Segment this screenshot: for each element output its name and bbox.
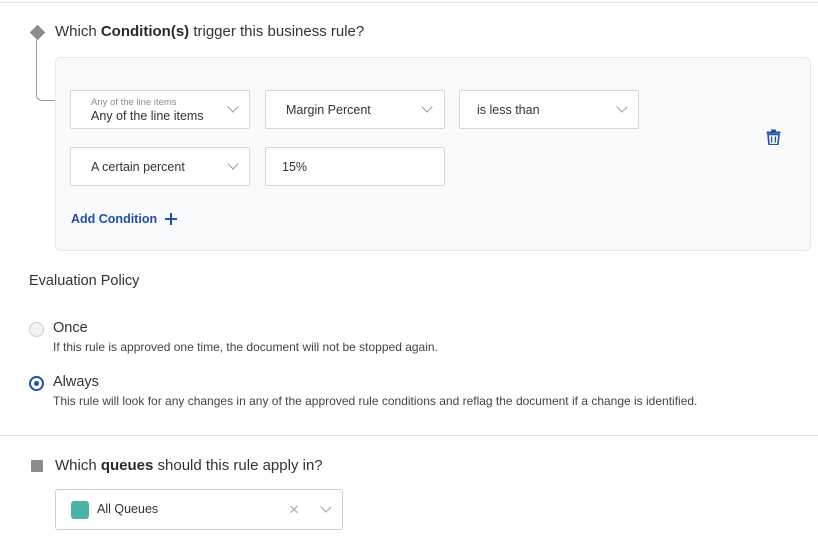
option-always-title[interactable]: Always [53, 374, 99, 390]
step-square-marker [31, 460, 43, 472]
evaluation-policy-label: Evaluation Policy [29, 273, 140, 289]
conditions-heading-pre: Which [55, 23, 101, 40]
plus-icon [165, 213, 178, 225]
condition-field-select[interactable]: Margin Percent [265, 90, 445, 129]
condition-compare-type-value: A certain percent [91, 160, 185, 174]
queues-heading-pre: Which [55, 457, 101, 474]
chevron-down-icon [616, 101, 628, 113]
radio-once[interactable] [29, 322, 44, 337]
option-once-description: If this rule is approved one time, the d… [53, 340, 438, 354]
queue-select[interactable]: All Queues × [55, 489, 343, 530]
step-diamond-marker [29, 24, 46, 41]
condition-scope-label: Any of the line items [91, 97, 177, 108]
queue-select-value: All Queues [97, 502, 159, 516]
condition-scope-value: Any of the line items [91, 109, 204, 123]
top-divider [0, 2, 818, 3]
chevron-down-icon [227, 158, 239, 170]
queues-heading-bold: queues [100, 457, 154, 474]
condition-operator-value: is less than [477, 103, 540, 117]
condition-amount-value: 15% [282, 160, 308, 174]
queues-heading-post: should this rule apply in? [153, 457, 323, 474]
add-condition-label: Add Condition [71, 212, 158, 226]
radio-always[interactable] [29, 376, 44, 391]
conditions-heading-post: trigger this business rule? [189, 23, 365, 40]
condition-compare-type-select[interactable]: A certain percent [70, 147, 250, 186]
queue-color-swatch [71, 501, 89, 519]
add-condition-button[interactable]: Add Condition [71, 212, 178, 226]
trash-icon[interactable] [766, 129, 781, 145]
queues-heading: Which queues should this rule apply in? [55, 457, 323, 474]
option-always-description: This rule will look for any changes in a… [53, 394, 698, 408]
condition-operator-select[interactable]: is less than [459, 90, 639, 129]
conditions-heading-bold: Condition(s) [100, 23, 190, 40]
condition-field-value: Margin Percent [286, 103, 371, 117]
chevron-down-icon [227, 101, 239, 113]
chevron-down-icon [421, 101, 433, 113]
option-once-title[interactable]: Once [53, 320, 88, 336]
clear-icon[interactable]: × [286, 501, 302, 519]
condition-scope-select[interactable]: Any of the line items Any of the line it… [70, 90, 250, 129]
condition-amount-input[interactable]: 15% [265, 147, 445, 186]
conditions-heading: Which Condition(s) trigger this business… [55, 23, 364, 40]
section-divider [0, 435, 818, 436]
chevron-down-icon[interactable] [320, 501, 332, 513]
